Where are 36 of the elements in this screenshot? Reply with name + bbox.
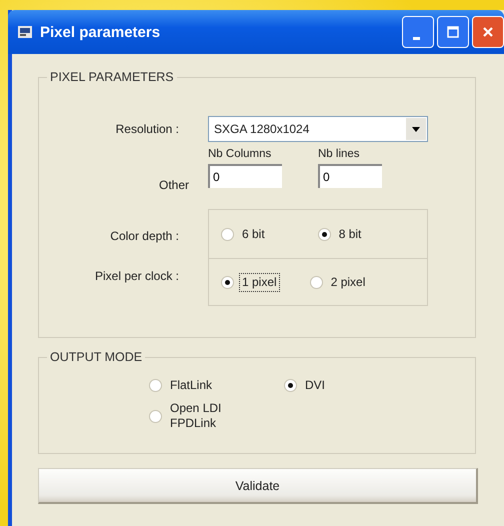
radio-button[interactable]: [221, 228, 234, 240]
resolution-label: Resolution :: [114, 122, 179, 136]
field-label: Nb lines: [318, 148, 361, 160]
radio-button[interactable]: [318, 228, 331, 240]
input-field[interactable]: 0: [208, 164, 282, 188]
field-label: Nb Columns: [208, 148, 272, 160]
maximize-icon: [447, 26, 459, 38]
close-button[interactable]: [472, 16, 504, 48]
radio-button[interactable]: [149, 410, 162, 422]
maximize-button[interactable]: [437, 16, 469, 48]
radio-button[interactable]: [149, 379, 162, 392]
group-title: PIXEL PARAMETERS: [49, 70, 175, 84]
close-icon: [482, 26, 494, 38]
dropdown-button[interactable]: [406, 118, 426, 140]
radio-label[interactable]: FlatLink: [167, 376, 216, 395]
window-title: Pixel parameters: [40, 24, 162, 40]
color-depth-label: Color depth :: [109, 229, 179, 243]
radio-label[interactable]: Open LDI FPDLink: [167, 399, 224, 433]
radio-label[interactable]: 6 bit: [239, 224, 268, 244]
input-field[interactable]: 0: [318, 164, 382, 188]
radio-label[interactable]: 8 bit: [336, 224, 364, 244]
app-icon: [18, 26, 32, 38]
pixel-per-clock-label: Pixel per clock :: [94, 269, 179, 283]
radio-label[interactable]: DVI: [302, 376, 328, 395]
other-label: Other: [158, 178, 189, 192]
minimize-button[interactable]: [402, 16, 434, 48]
validate-button[interactable]: Validate: [38, 468, 478, 504]
radio-button[interactable]: [221, 276, 234, 288]
resolution-dropdown[interactable]: SXGA 1280x1024: [208, 116, 428, 142]
radio-button[interactable]: [284, 379, 297, 392]
radio-label[interactable]: 2 pixel: [328, 272, 368, 292]
minimize-icon: [412, 36, 420, 40]
group-title: OUTPUT MODE: [49, 350, 144, 364]
caret-icon: [412, 126, 420, 132]
radio-button[interactable]: [310, 276, 323, 288]
radio-label[interactable]: 1 pixel: [239, 272, 280, 292]
